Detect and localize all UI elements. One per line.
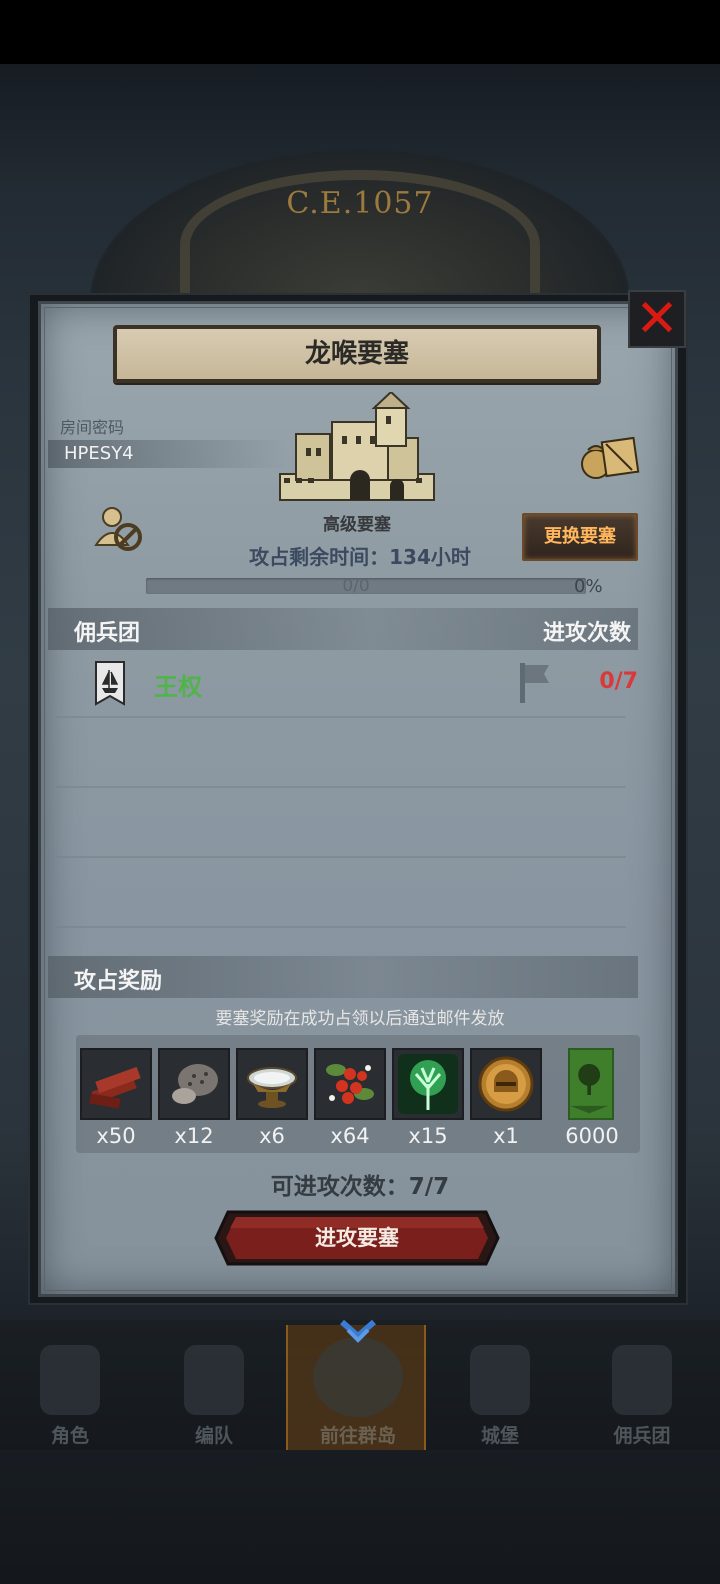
reward-count: x12: [174, 1124, 214, 1148]
capture-progress-text: 0/0: [342, 576, 370, 596]
ore-rock-icon: [172, 1064, 218, 1104]
room-password-value[interactable]: HPESY4: [64, 443, 134, 464]
globe-icon: [313, 1337, 403, 1417]
reward-item-wood[interactable]: [80, 1048, 152, 1120]
attack-fortress-label: 进攻要塞: [315, 1226, 399, 1250]
guild-attack-count: 0/7: [599, 669, 638, 694]
chevron-down-icon: [340, 1319, 376, 1343]
reward-item-spirit[interactable]: [392, 1048, 464, 1120]
nav-item-role[interactable]: 角色: [0, 1325, 140, 1450]
golden-helmet-coin-icon: [478, 1056, 534, 1112]
nav-item-label: 前往群岛: [319, 1425, 396, 1447]
silver-bowl-icon: [247, 1067, 297, 1108]
mercenary-section-title: 佣兵团: [74, 621, 141, 646]
nav-item-label: 城堡: [480, 1425, 519, 1447]
room-password-label: 房间密码: [60, 418, 125, 437]
berries-icon: [326, 1064, 374, 1104]
reward-count: x64: [330, 1124, 370, 1148]
reward-item-bowl[interactable]: [236, 1048, 308, 1120]
reward-count: x15: [408, 1124, 448, 1148]
nav-item-formation[interactable]: 编队: [144, 1325, 284, 1450]
wood-planks-icon: [89, 1066, 141, 1109]
guild-name: 王权: [154, 673, 202, 701]
guild-ship-banner-icon: [95, 661, 125, 706]
status-bar-area: [0, 0, 720, 64]
game-screen: C.E.1057 角色 编队 前往群岛 城堡 佣兵团 ✕ 龙喉要塞 房间密码 H…: [0, 0, 720, 1584]
reward-count: x1: [493, 1124, 519, 1148]
castle-icon: [470, 1345, 530, 1415]
row-divider: [56, 926, 626, 928]
supply-crate-icon[interactable]: [578, 430, 640, 480]
reward-item-helmet-coin[interactable]: [470, 1048, 542, 1120]
era-label: C.E.1057: [286, 186, 434, 221]
fortress-level-label: 高级要塞: [323, 515, 391, 535]
reward-item-ore[interactable]: [158, 1048, 230, 1120]
attempts-remaining-text: 可进攻次数：7/7: [270, 1174, 450, 1200]
nav-item-label: 佣兵团: [613, 1425, 671, 1447]
reward-section-title: 攻占奖励: [74, 969, 163, 994]
reward-item-berries[interactable]: [314, 1048, 386, 1120]
reward-item-guild-banner[interactable]: [568, 1048, 614, 1120]
nav-item-label: 编队: [194, 1425, 233, 1447]
row-divider: [56, 786, 626, 788]
nav-item-label: 角色: [50, 1425, 89, 1447]
helmet-icon: [184, 1345, 244, 1415]
capture-progress-percent: 0%: [574, 576, 603, 597]
row-divider: [56, 856, 626, 858]
reward-hint-text: 要塞奖励在成功占领以后通过邮件发放: [215, 1009, 505, 1029]
nav-item-mercenary[interactable]: 佣兵团: [572, 1325, 712, 1450]
close-button[interactable]: ✕: [628, 290, 686, 348]
mercenary-icon: [612, 1345, 672, 1415]
flag-icon: [520, 663, 549, 703]
time-remaining-text: 攻占剩余时间：134小时: [249, 545, 471, 569]
knight-icon: [40, 1345, 100, 1415]
fortress-castle-icon: [279, 392, 435, 501]
green-guild-banner-icon: [570, 1051, 609, 1114]
close-x-icon: ✕: [635, 289, 679, 349]
title-banner: 龙喉要塞: [113, 325, 601, 383]
reward-count: x6: [259, 1124, 285, 1148]
nav-item-castle[interactable]: 城堡: [430, 1325, 570, 1450]
attack-count-header: 进攻次数: [543, 621, 632, 646]
dialog-title: 龙喉要塞: [304, 339, 409, 369]
reward-count: x50: [96, 1124, 136, 1148]
reward-count: 6000: [565, 1124, 619, 1148]
row-divider: [56, 716, 626, 718]
green-tree-spirit-icon: [398, 1054, 458, 1114]
